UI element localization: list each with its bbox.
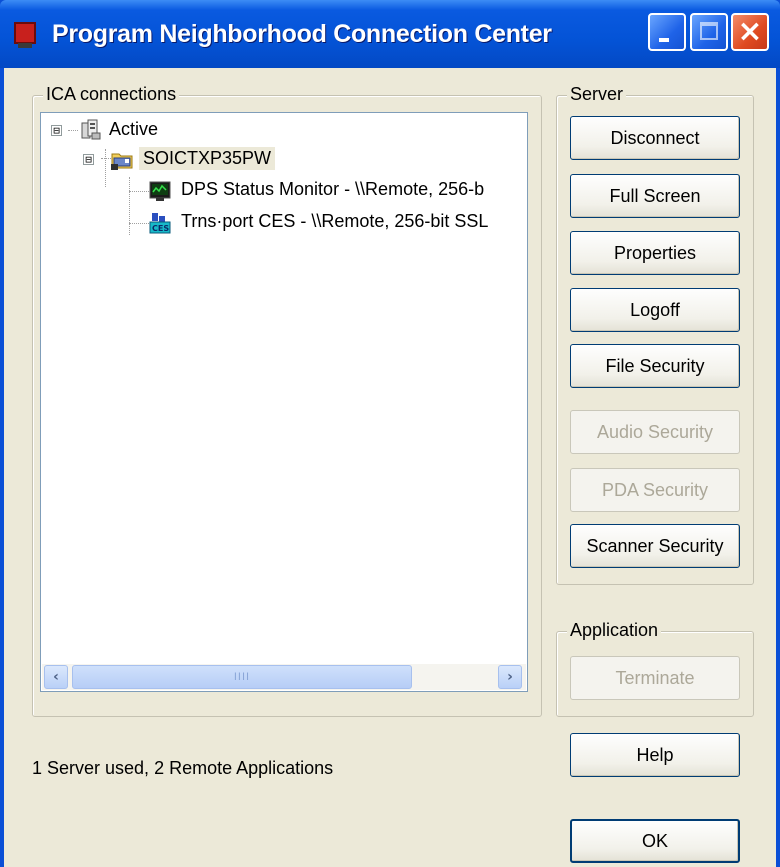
ces-app-icon: CES (149, 213, 171, 234)
server-legend: Server (567, 84, 627, 105)
minimize-icon (659, 38, 669, 42)
title-bar[interactable]: Program Neighborhood Connection Center × (0, 0, 780, 68)
close-button[interactable]: × (731, 13, 769, 51)
application-legend: Application (567, 620, 662, 641)
scroll-right-icon[interactable]: › (498, 665, 522, 689)
horizontal-scrollbar[interactable]: ‹ IIII › (42, 664, 526, 690)
svg-text:CES: CES (152, 224, 169, 233)
tree-connector (129, 177, 130, 235)
servers-icon (81, 119, 101, 140)
tree-node-active[interactable]: ⊟ Active (51, 119, 251, 143)
tree-node-app[interactable]: CES Trns·port CES - \\Remote, 256-bit SS… (149, 211, 527, 237)
maximize-icon (700, 22, 718, 40)
logoff-button[interactable]: Logoff (570, 288, 740, 332)
tree-node-label: Active (109, 119, 159, 139)
audio-security-button[interactable]: Audio Security (570, 410, 740, 454)
help-button[interactable]: Help (570, 733, 740, 777)
file-security-button[interactable]: File Security (570, 344, 740, 388)
collapse-toggle-icon[interactable]: ⊟ (83, 154, 94, 165)
window-title: Program Neighborhood Connection Center (52, 20, 552, 48)
app-icon[interactable] (14, 22, 36, 48)
scroll-left-icon[interactable]: ‹ (44, 665, 68, 689)
scrollbar-thumb[interactable]: IIII (72, 665, 412, 689)
collapse-toggle-icon[interactable]: ⊟ (51, 125, 62, 136)
tree-node-label: Trns·port CES - \\Remote, 256-bit SSL (181, 211, 489, 231)
tree-connector (129, 223, 149, 224)
tree-node-label: SOICTXP35PW (139, 147, 276, 170)
tree-connector (129, 191, 149, 192)
status-text: 1 Server used, 2 Remote Applications (32, 758, 334, 778)
tree-node-label: DPS Status Monitor - \\Remote, 256-b (181, 179, 485, 199)
ok-button[interactable]: OK (570, 819, 740, 863)
tree-node-server[interactable]: ⊟ SOICTXP35PW (83, 147, 323, 173)
properties-button[interactable]: Properties (570, 231, 740, 275)
server-folder-icon (111, 153, 133, 170)
close-icon: × (737, 14, 763, 49)
full-screen-button[interactable]: Full Screen (570, 174, 740, 218)
disconnect-button[interactable]: Disconnect (570, 116, 740, 160)
connections-tree[interactable]: ⊟ Active ⊟ SOICTXP35PW DPS Status Monito… (40, 112, 528, 692)
monitor-app-icon (149, 181, 171, 201)
ica-connections-legend: ICA connections (43, 84, 180, 105)
scanner-security-button[interactable]: Scanner Security (570, 524, 740, 568)
minimize-button[interactable] (648, 13, 686, 51)
tree-node-app[interactable]: DPS Status Monitor - \\Remote, 256-b (149, 179, 527, 205)
terminate-button[interactable]: Terminate (570, 656, 740, 700)
pda-security-button[interactable]: PDA Security (570, 468, 740, 512)
maximize-button[interactable] (690, 13, 728, 51)
